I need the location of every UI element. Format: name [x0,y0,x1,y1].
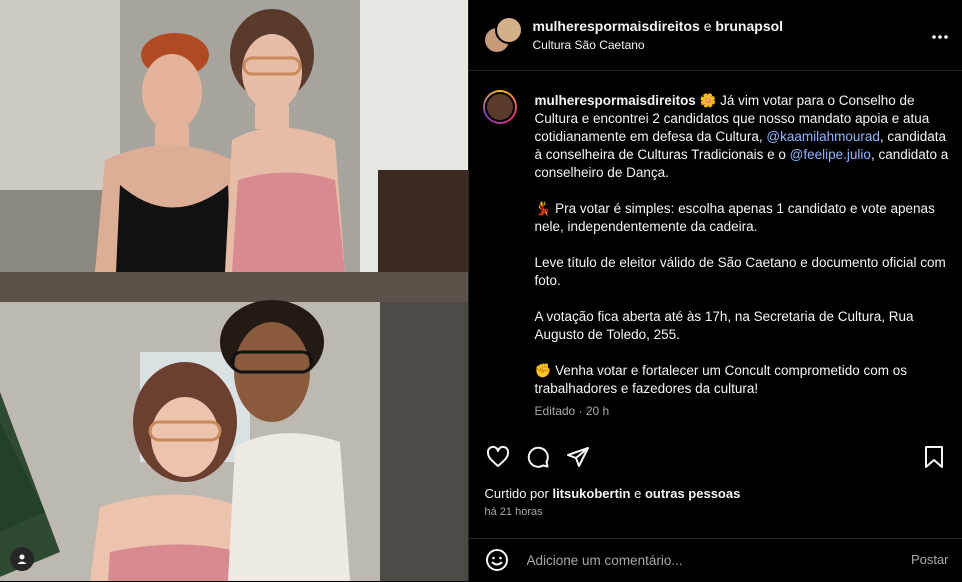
send-icon [566,447,589,467]
comment-bar: Postar [468,538,962,582]
avatar[interactable] [482,90,517,124]
liker-username[interactable]: litsukobertin [552,486,630,501]
caption-paragraph: Leve título de eleitor válido de São Cae… [534,255,946,288]
action-bar [469,438,962,476]
post-caption: mulherespormaisdireitos 🌼 Já vim votar p… [482,88,953,428]
conjunction: e [703,18,712,34]
caption-username[interactable]: mulherespormaisdireitos [535,93,696,108]
post-modal: mulherespormaisdireitos e brunapsol Cult… [0,0,962,581]
like-button[interactable] [485,444,511,470]
photo-two-women [0,0,468,272]
mention-link[interactable]: @kaamilahmourad [766,129,880,144]
likes-prefix: Curtido por [484,486,549,501]
emoji-button[interactable] [485,548,509,572]
username-link[interactable]: mulherespormaisdireitos [533,18,700,34]
bookmark-icon [924,446,943,468]
collab-avatars[interactable] [482,16,523,54]
tagged-users-button[interactable] [10,547,34,571]
post-timestamp: há 21 horas [484,506,543,518]
avatar [494,16,523,44]
save-button[interactable] [921,444,947,470]
caption-text: mulherespormaisdireitos 🌼 Já vim votar p… [535,92,949,420]
caption-paragraph: 💃 Pra votar é simples: escolha apenas 1 … [534,201,935,234]
collab-usernames: mulherespormaisdireitos e brunapsol [533,18,784,34]
more-horizontal-icon [931,35,948,39]
mention-link[interactable]: @feelipe.julio [790,147,871,162]
post-media[interactable] [0,0,468,581]
likes-others-link[interactable]: outras pessoas [645,486,740,501]
comment-icon [527,446,549,468]
post-details-panel: mulherespormaisdireitos e brunapsol Cult… [467,0,962,582]
likes-summary: Curtido por litsukobertin e outras pesso… [485,486,741,501]
comment-button[interactable] [525,444,551,470]
user-icon [17,554,27,564]
username-link[interactable]: brunapsol [715,18,783,34]
share-button[interactable] [565,444,591,470]
heart-icon [486,445,509,467]
location-link[interactable]: Cultura São Caetano [533,38,645,52]
smiley-icon [485,549,508,571]
post-header: mulherespormaisdireitos e brunapsol Cult… [468,0,962,71]
more-options-button[interactable] [931,24,949,45]
edited-timestamp: Editado · 20 h [534,404,610,418]
likes-conjunction: e [634,486,642,501]
caption-paragraph: A votação fica aberta até às 17h, na Sec… [534,309,914,342]
photo-woman-and-man [0,272,468,581]
comment-input[interactable] [524,552,889,569]
caption-paragraph: ✊ Venha votar e fortalecer um Concult co… [534,363,907,396]
post-comment-button[interactable]: Postar [911,552,949,567]
